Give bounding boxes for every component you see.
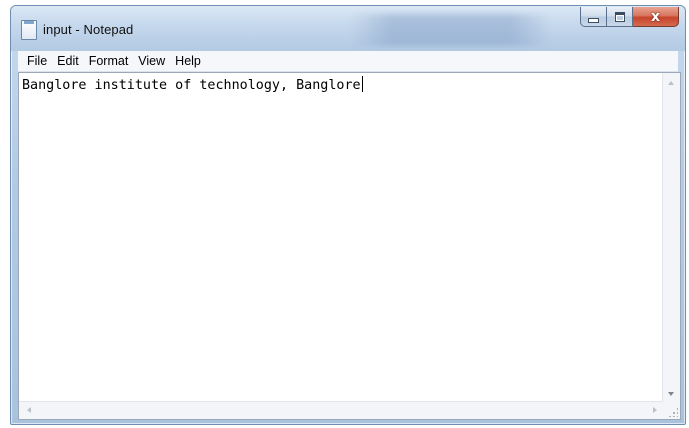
scroll-up-icon[interactable]: [668, 81, 674, 85]
scroll-right-icon[interactable]: [653, 407, 657, 413]
menu-edit[interactable]: Edit: [52, 52, 84, 71]
scroll-down-icon[interactable]: [668, 392, 674, 396]
text-caret: [361, 76, 363, 92]
caption-buttons: x: [580, 7, 679, 29]
menu-file[interactable]: File: [22, 52, 52, 71]
menu-view[interactable]: View: [133, 52, 170, 71]
title-bar[interactable]: input - Notepad x: [11, 6, 685, 51]
text-editor[interactable]: Banglore institute of technology, Banglo…: [18, 72, 681, 420]
horizontal-scrollbar[interactable]: [19, 401, 663, 419]
minimize-icon: [588, 18, 599, 23]
text-area[interactable]: Banglore institute of technology, Banglo…: [22, 76, 662, 401]
menu-bar: File Edit Format View Help: [18, 51, 678, 72]
notepad-window: input - Notepad x File Edit Format View …: [10, 5, 686, 425]
vertical-scrollbar[interactable]: [662, 73, 680, 402]
scroll-left-icon[interactable]: [27, 407, 31, 413]
document-text: Banglore institute of technology, Banglo…: [22, 78, 361, 93]
resize-corner[interactable]: [663, 402, 680, 419]
menu-format[interactable]: Format: [84, 52, 134, 71]
notepad-icon[interactable]: [21, 20, 37, 40]
maximize-button[interactable]: [607, 7, 633, 27]
maximize-icon: [614, 11, 625, 22]
close-icon: x: [650, 8, 661, 25]
minimize-button[interactable]: [580, 7, 607, 27]
close-button[interactable]: x: [633, 7, 679, 27]
menu-help[interactable]: Help: [170, 52, 206, 71]
window-title: input - Notepad: [43, 22, 134, 37]
resize-grip-icon[interactable]: [668, 407, 678, 417]
background-window-blur: [351, 14, 551, 46]
